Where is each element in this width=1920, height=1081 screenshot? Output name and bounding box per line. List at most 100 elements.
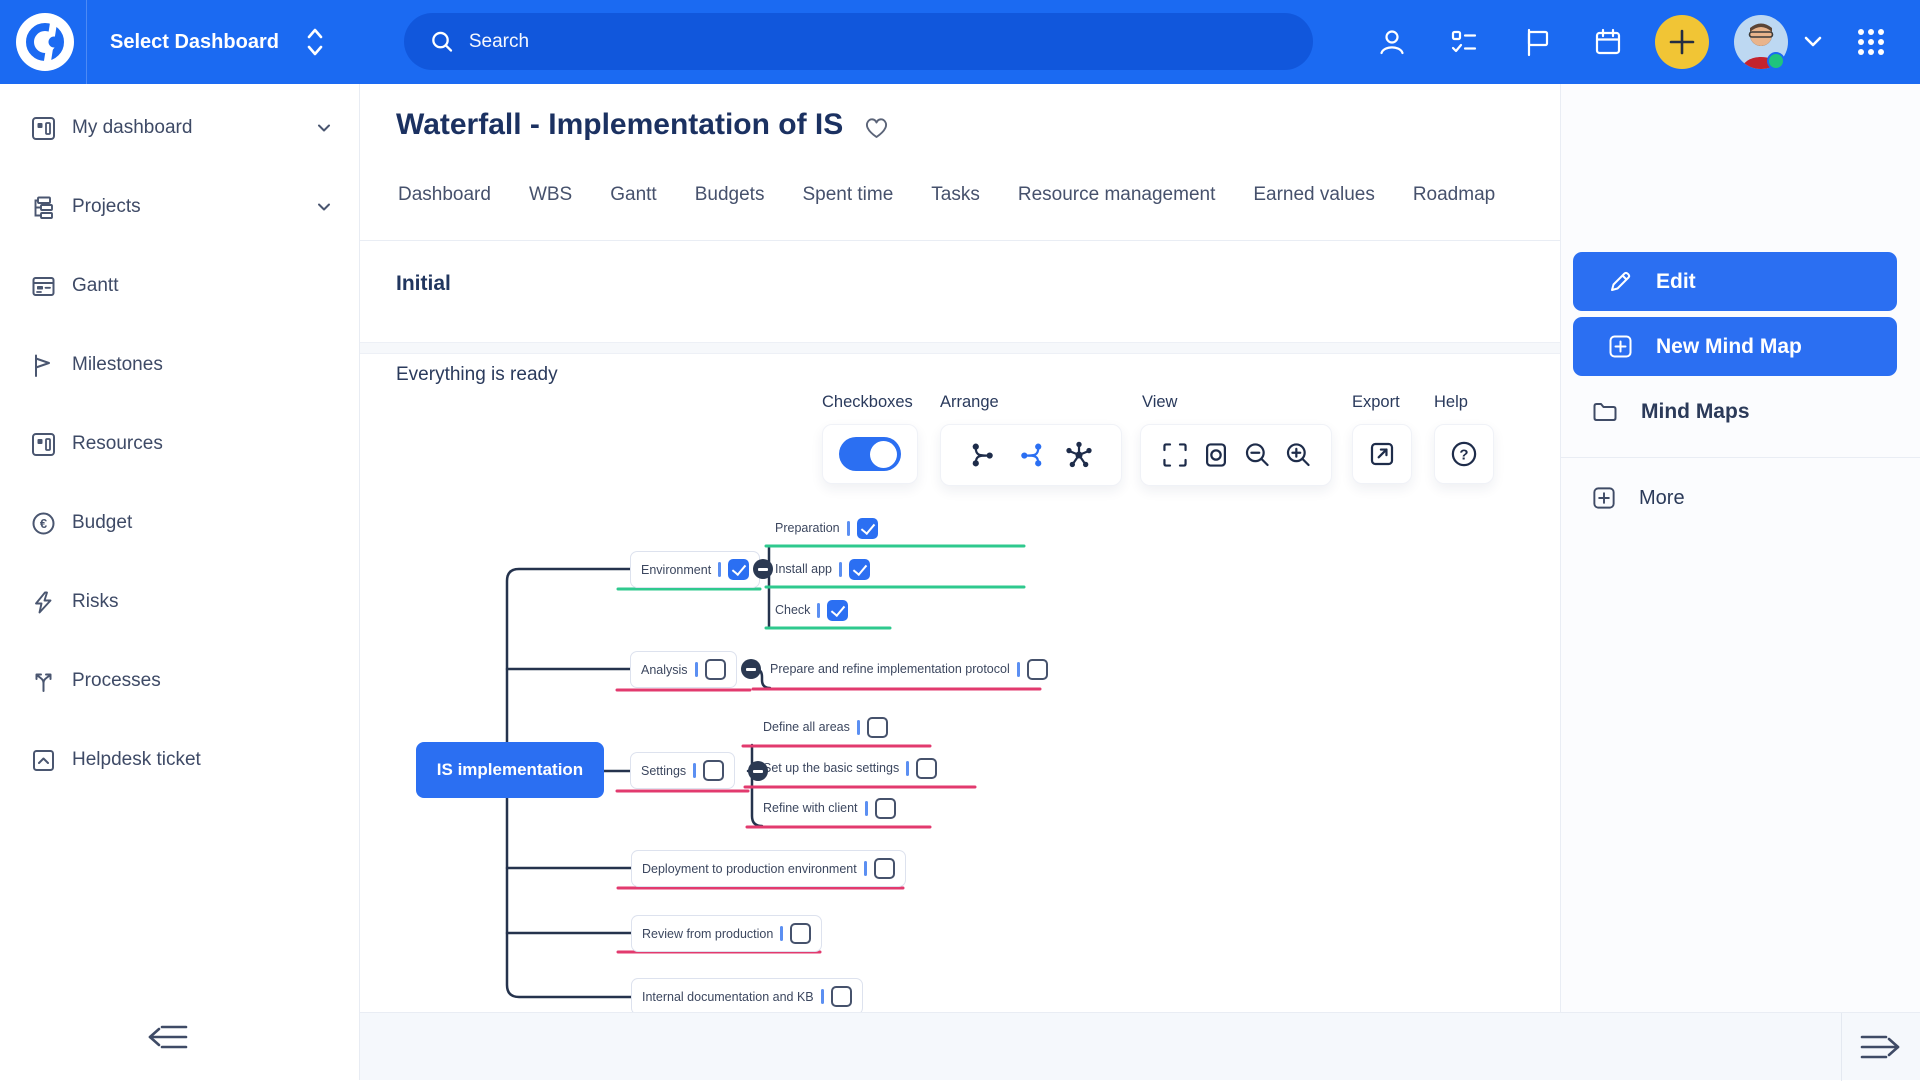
chevron-down-icon[interactable] xyxy=(315,198,333,216)
node-label: Internal documentation and KB xyxy=(642,990,814,1004)
bottom-strip-divider xyxy=(1841,1013,1842,1081)
zoom-in-icon[interactable] xyxy=(1283,440,1313,470)
app-logo-icon[interactable] xyxy=(14,11,76,73)
help-card: ? xyxy=(1434,424,1494,484)
sidebar-item-projects[interactable]: Projects xyxy=(0,176,359,238)
sidebar-item-risks[interactable]: Risks xyxy=(0,571,359,633)
mindmap-node-check[interactable]: Check xyxy=(775,592,848,628)
tab-roadmap[interactable]: Roadmap xyxy=(1411,180,1497,210)
sidebar-item-resources[interactable]: Resources xyxy=(0,413,359,475)
calendar-icon[interactable] xyxy=(1593,27,1623,57)
sidebar-item-my-dashboard[interactable]: My dashboard xyxy=(0,97,359,159)
node-checkbox[interactable] xyxy=(857,518,878,539)
fit-to-screen-icon[interactable] xyxy=(1201,440,1231,470)
resources-grid-icon xyxy=(30,431,57,458)
node-checkbox[interactable] xyxy=(827,600,848,621)
expand-panel-arrow-icon[interactable] xyxy=(1852,1030,1908,1064)
node-checkbox[interactable] xyxy=(874,858,895,879)
mindmap-node-internal-documentation[interactable]: Internal documentation and KB xyxy=(631,978,863,1015)
zoom-out-icon[interactable] xyxy=(1242,440,1272,470)
view-group-label: View xyxy=(1142,393,1177,412)
favorite-heart-icon[interactable] xyxy=(863,114,890,141)
mindmap-node-set-up-basic-settings[interactable]: Set up the basic settings xyxy=(763,750,937,786)
tab-dashboard[interactable]: Dashboard xyxy=(396,180,493,210)
node-checkbox[interactable] xyxy=(703,760,724,781)
mindmap-node-settings[interactable]: Settings xyxy=(630,752,735,789)
user-avatar[interactable] xyxy=(1734,15,1788,69)
node-separator xyxy=(857,720,860,735)
search-icon xyxy=(430,29,455,55)
arrange-tree-right-icon[interactable] xyxy=(968,440,998,470)
sidebar-item-processes[interactable]: Processes xyxy=(0,650,359,712)
mind-maps-item[interactable]: Mind Maps xyxy=(1573,390,1897,434)
search-input[interactable] xyxy=(469,31,1287,53)
fullscreen-icon[interactable] xyxy=(1160,440,1190,470)
mindmap-node-preparation[interactable]: Preparation xyxy=(775,510,878,546)
node-checkbox[interactable] xyxy=(867,717,888,738)
svg-text:?: ? xyxy=(1459,446,1468,463)
mindmap-node-define-all-areas[interactable]: Define all areas xyxy=(763,709,888,745)
sidebar-item-budget[interactable]: € Budget xyxy=(0,492,359,554)
node-separator xyxy=(821,989,824,1004)
tab-spent-time[interactable]: Spent time xyxy=(800,180,895,210)
node-checkbox[interactable] xyxy=(831,986,852,1007)
node-checkbox[interactable] xyxy=(1027,659,1048,680)
checkboxes-toggle[interactable] xyxy=(839,437,901,471)
profile-icon[interactable] xyxy=(1377,27,1407,57)
node-label: Install app xyxy=(775,562,832,576)
collapse-node-button[interactable] xyxy=(748,761,768,781)
tab-tasks[interactable]: Tasks xyxy=(929,180,982,210)
node-separator xyxy=(839,562,842,577)
dashboard-selector[interactable]: Select Dashboard xyxy=(110,0,325,84)
apps-grid-icon[interactable] xyxy=(1855,26,1887,58)
mindmap-node-review[interactable]: Review from production xyxy=(631,915,822,952)
node-checkbox[interactable] xyxy=(728,559,749,580)
mindmap-node-install-app[interactable]: Install app xyxy=(775,551,870,587)
mindmap-node-environment[interactable]: Environment xyxy=(630,551,760,588)
sidebar-item-milestones[interactable]: Milestones xyxy=(0,334,359,396)
pencil-icon xyxy=(1607,268,1634,295)
arrange-tree-left-icon-active[interactable] xyxy=(1016,440,1046,470)
global-search[interactable] xyxy=(404,13,1313,70)
avatar-chevron-down-icon[interactable] xyxy=(1801,33,1825,51)
node-checkbox[interactable] xyxy=(705,659,726,680)
panel-divider xyxy=(1561,457,1920,458)
node-checkbox[interactable] xyxy=(916,758,937,779)
export-group-label: Export xyxy=(1352,393,1400,412)
mindmap-node-analysis[interactable]: Analysis xyxy=(630,651,737,688)
tab-gantt[interactable]: Gantt xyxy=(608,180,658,210)
help-group-label: Help xyxy=(1434,393,1468,412)
mindmap-node-deployment[interactable]: Deployment to production environment xyxy=(631,850,906,887)
collapse-node-button[interactable] xyxy=(741,659,761,679)
sidebar-item-gantt[interactable]: Gantt xyxy=(0,255,359,317)
collapse-node-button[interactable] xyxy=(753,559,773,579)
tab-earned-values[interactable]: Earned values xyxy=(1251,180,1376,210)
tab-wbs[interactable]: WBS xyxy=(527,180,574,210)
flag-icon[interactable] xyxy=(1522,27,1552,57)
node-label: Environment xyxy=(641,563,711,577)
chevron-down-icon[interactable] xyxy=(315,119,333,137)
root-node-label: IS implementation xyxy=(437,760,583,780)
edit-button[interactable]: Edit xyxy=(1573,252,1897,311)
node-checkbox[interactable] xyxy=(849,559,870,580)
tab-budgets[interactable]: Budgets xyxy=(693,180,767,210)
node-checkbox[interactable] xyxy=(790,923,811,944)
collapse-sidebar-arrow-icon[interactable] xyxy=(140,1020,196,1054)
mindmap-node-refine-with-client[interactable]: Refine with client xyxy=(763,790,896,826)
mindmap-node-prepare-protocol[interactable]: Prepare and refine implementation protoc… xyxy=(770,651,1048,687)
node-checkbox[interactable] xyxy=(875,798,896,819)
quick-add-button[interactable] xyxy=(1655,15,1709,69)
mindmap-root-node[interactable]: IS implementation xyxy=(416,742,604,798)
node-separator xyxy=(1017,662,1020,677)
more-item[interactable]: More xyxy=(1573,478,1897,518)
node-label: Prepare and refine implementation protoc… xyxy=(770,662,1010,676)
left-sidebar: My dashboard Projects xyxy=(0,84,360,1080)
arrange-radial-icon[interactable] xyxy=(1064,440,1094,470)
sidebar-item-helpdesk-ticket[interactable]: Helpdesk ticket xyxy=(0,729,359,791)
tasks-checklist-icon[interactable] xyxy=(1449,27,1479,57)
help-question-icon[interactable]: ? xyxy=(1449,439,1479,469)
node-label: Preparation xyxy=(775,521,840,535)
export-external-link-icon[interactable] xyxy=(1367,439,1397,469)
new-mind-map-button[interactable]: New Mind Map xyxy=(1573,317,1897,376)
tab-resource-management[interactable]: Resource management xyxy=(1016,180,1218,210)
